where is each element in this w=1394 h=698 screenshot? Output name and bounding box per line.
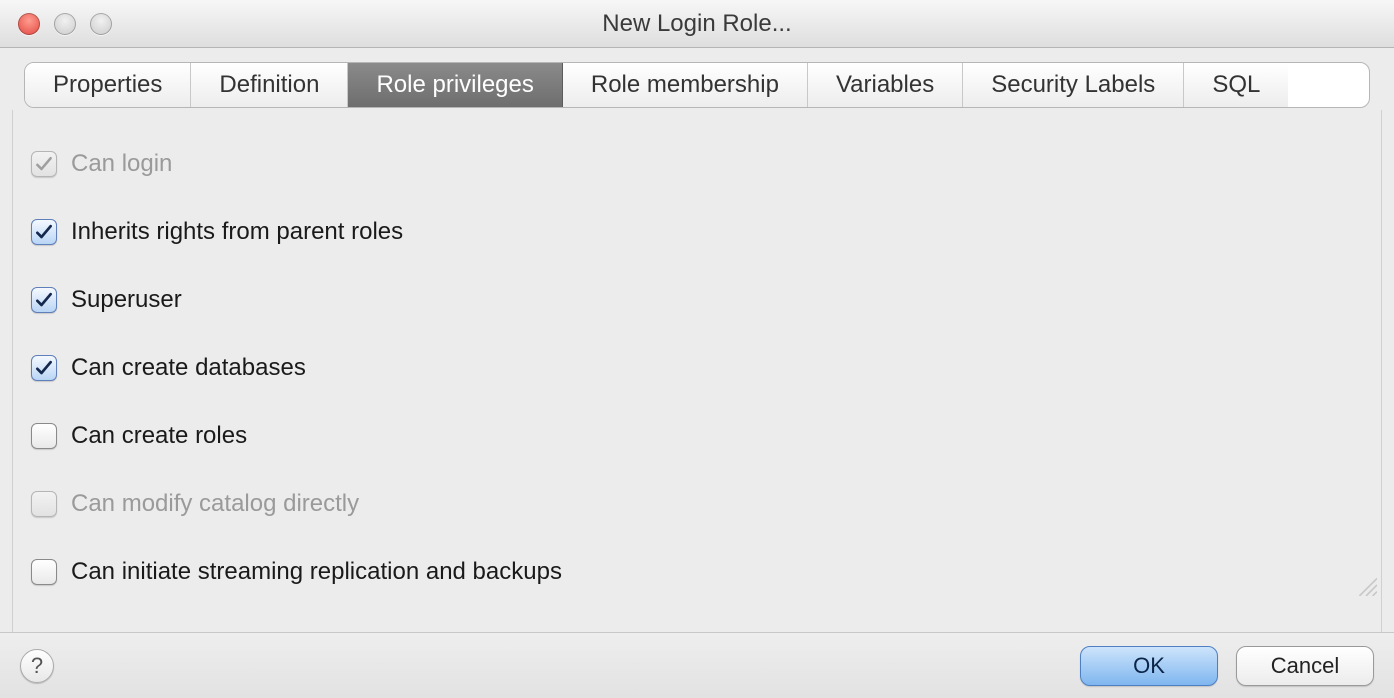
option-label: Can create databases (71, 354, 306, 382)
tab-label: Security Labels (991, 71, 1155, 99)
check-icon (34, 290, 54, 310)
button-bar: ? OK Cancel (0, 632, 1394, 698)
option-create-databases: Can create databases (31, 354, 1363, 382)
option-can-login: Can login (31, 150, 1363, 178)
window-minimize-button[interactable] (54, 13, 76, 35)
window-zoom-button[interactable] (90, 13, 112, 35)
tab-label: Definition (219, 71, 319, 99)
ok-button[interactable]: OK (1080, 646, 1218, 686)
option-inherits-rights: Inherits rights from parent roles (31, 218, 1363, 246)
tab-label: SQL (1212, 71, 1260, 99)
checkbox-create-databases[interactable] (31, 355, 57, 381)
checkbox-inherits-rights[interactable] (31, 219, 57, 245)
checkbox-superuser[interactable] (31, 287, 57, 313)
option-label: Superuser (71, 286, 182, 314)
option-label: Can initiate streaming replication and b… (71, 558, 562, 586)
window-title: New Login Role... (0, 10, 1394, 38)
tab-sql[interactable]: SQL (1184, 63, 1288, 107)
window-close-button[interactable] (18, 13, 40, 35)
help-icon: ? (31, 653, 43, 679)
checkbox-streaming-replication[interactable] (31, 559, 57, 585)
button-label: Cancel (1271, 653, 1339, 679)
option-streaming-replication: Can initiate streaming replication and b… (31, 558, 1363, 586)
checkbox-create-roles[interactable] (31, 423, 57, 449)
titlebar: New Login Role... (0, 0, 1394, 48)
tab-variables[interactable]: Variables (808, 63, 963, 107)
tab-content: Can login Inherits rights from parent ro… (12, 110, 1382, 667)
tab-label: Role privileges (376, 71, 533, 99)
tab-label: Role membership (591, 71, 779, 99)
option-superuser: Superuser (31, 286, 1363, 314)
option-label: Can modify catalog directly (71, 490, 359, 518)
tabbar: Properties Definition Role privileges Ro… (24, 62, 1370, 108)
check-icon (34, 358, 54, 378)
button-label: OK (1133, 653, 1165, 679)
option-label: Can create roles (71, 422, 247, 450)
option-label: Can login (71, 150, 172, 178)
tab-wrap: Properties Definition Role privileges Ro… (24, 62, 1370, 110)
traffic-lights (18, 13, 112, 35)
cancel-button[interactable]: Cancel (1236, 646, 1374, 686)
tab-label: Variables (836, 71, 934, 99)
tab-definition[interactable]: Definition (191, 63, 348, 107)
checkbox-modify-catalog (31, 491, 57, 517)
option-label: Inherits rights from parent roles (71, 218, 403, 246)
check-icon (34, 222, 54, 242)
tab-role-membership[interactable]: Role membership (563, 63, 808, 107)
check-icon (34, 154, 54, 174)
tab-role-privileges[interactable]: Role privileges (348, 63, 562, 107)
help-button[interactable]: ? (20, 649, 54, 683)
checkbox-can-login (31, 151, 57, 177)
option-create-roles: Can create roles (31, 422, 1363, 450)
option-modify-catalog: Can modify catalog directly (31, 490, 1363, 518)
tab-security-labels[interactable]: Security Labels (963, 63, 1184, 107)
tab-properties[interactable]: Properties (25, 63, 191, 107)
resize-grip-icon (1355, 574, 1377, 596)
tab-label: Properties (53, 71, 162, 99)
